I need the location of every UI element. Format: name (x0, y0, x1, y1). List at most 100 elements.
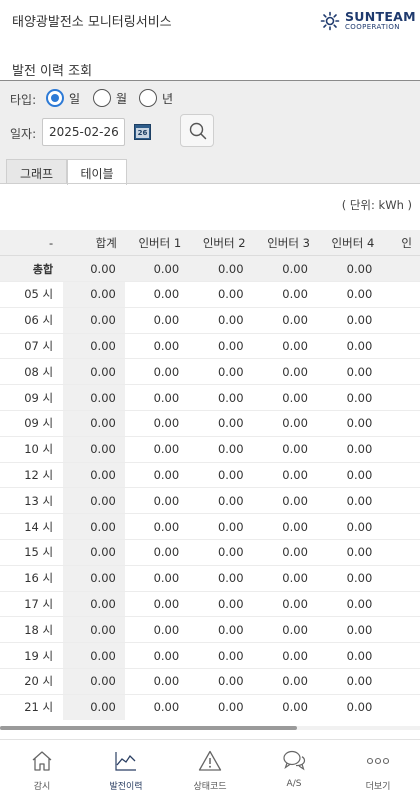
hour-cell: 19 시 (0, 642, 64, 670)
hour-cell: 21 시 (0, 694, 64, 720)
table-row: 07 시 0.00 0.00 0.00 0.00 0.00 (0, 333, 420, 360)
table-row: 06 시 0.00 0.00 0.00 0.00 0.00 (0, 307, 420, 334)
sum-cell: 0.00 (63, 410, 125, 437)
nav-item-as[interactable]: A/S (252, 740, 336, 800)
app-header: 태양광발전소 모니터링서비스 SUNTEAM COOPERATION (0, 0, 420, 40)
generation-table-container[interactable]: - 합계 인버터 1 인버터 2 인버터 3 인버터 4인 총합 0.00 0.00 0.00 0… (0, 230, 420, 720)
inverter-cell (382, 565, 420, 592)
hour-cell: 10 시 (0, 436, 64, 463)
inverter-cell: 0.00 (253, 436, 318, 463)
type-radio-year[interactable]: 년 (139, 88, 173, 108)
table-row: 05 시 0.00 0.00 0.00 0.00 0.00 (0, 281, 420, 308)
table-row: 14 시 0.00 0.00 0.00 0.00 0.00 (0, 513, 420, 541)
column-header-inverter: 인버터 2 (189, 230, 254, 257)
bottom-nav: 감시 발전이력 상태코드 A/S 더보기 (0, 739, 420, 800)
inverter-cell (382, 281, 420, 308)
inverter-cell: 0.00 (189, 539, 254, 566)
table-row: 20 시 0.00 0.00 0.00 0.00 0.00 (0, 668, 420, 695)
sum-cell: 0.00 (63, 565, 125, 592)
inverter-cell: 0.00 (253, 565, 318, 592)
inverter-cell (382, 616, 420, 644)
horizontal-scrollbar-thumb[interactable] (0, 726, 297, 730)
hour-cell: 17 시 (0, 591, 64, 618)
table-total-row: 총합 0.00 0.00 0.00 0.00 0.00 (0, 255, 420, 283)
inverter-cell: 0.00 (189, 565, 254, 592)
column-header-hour: - (0, 230, 64, 257)
inverter-cell: 0.00 (124, 281, 190, 308)
inverter-cell: 0.00 (124, 436, 190, 463)
nav-item-monitor[interactable]: 감시 (0, 740, 84, 800)
page-title: 발전 이력 조회 (12, 64, 93, 79)
nav-item-label: 상태코드 (193, 782, 227, 792)
inverter-cell: 0.00 (253, 539, 318, 566)
inverter-cell: 0.00 (317, 539, 383, 566)
date-input[interactable]: 2025-02-26 (42, 118, 125, 146)
column-header-inverter: 인버터 4 (317, 230, 383, 257)
sum-cell: 0.00 (63, 487, 125, 515)
type-radio-year-label: 년 (162, 91, 174, 106)
hour-cell: 09 시 (0, 410, 64, 437)
inverter-cell: 0.00 (253, 462, 318, 489)
nav-item-label: 더보기 (365, 782, 391, 792)
sunteam-logo-icon (320, 11, 340, 31)
calendar-day: 26 (136, 128, 149, 138)
sum-cell: 0.00 (63, 384, 125, 412)
inverter-cell (382, 333, 420, 360)
tab-table[interactable]: 테이블 (67, 159, 127, 185)
inverter-cell: 0.00 (317, 307, 383, 334)
type-radio-day-label: 일 (69, 91, 81, 106)
type-radio-month[interactable]: 월 (93, 88, 127, 108)
inverter-cell (382, 307, 420, 334)
nav-item-more[interactable]: 더보기 (336, 740, 420, 800)
inverter-cell: 0.00 (124, 358, 190, 386)
inverter-cell: 0.00 (253, 333, 318, 360)
column-header-inverter: 인버터 1 (124, 230, 190, 257)
total-label: 총합 (0, 255, 64, 283)
table-row: 15 시 0.00 0.00 0.00 0.00 0.00 (0, 539, 420, 566)
inverter-cell (382, 410, 420, 437)
inverter-cell: 0.00 (253, 591, 318, 618)
nav-item-history[interactable]: 발전이력 (84, 740, 168, 800)
table-row: 10 시 0.00 0.00 0.00 0.00 0.00 (0, 436, 420, 463)
hour-cell: 16 시 (0, 565, 64, 592)
type-radio-day[interactable]: 일 (46, 88, 80, 108)
inverter-cell: 0.00 (317, 668, 383, 695)
inverter-cell: 0.00 (189, 616, 254, 644)
nav-item-status-code[interactable]: 상태코드 (168, 740, 252, 800)
inverter-cell: 0.00 (317, 281, 383, 308)
inverter-cell: 0.00 (317, 565, 383, 592)
sum-cell: 0.00 (63, 333, 125, 360)
sum-cell: 0.00 (63, 307, 125, 334)
tabs-divider (0, 183, 420, 184)
inverter-cell: 0.00 (317, 513, 383, 541)
inverter-cell (382, 384, 420, 412)
inverter-cell: 0.00 (317, 616, 383, 644)
more-icon (366, 757, 390, 765)
inverter-cell: 0.00 (253, 358, 318, 386)
inverter-cell (382, 642, 420, 670)
inverter-cell: 0.00 (253, 487, 318, 515)
table-row: 17 시 0.00 0.00 0.00 0.00 0.00 (0, 591, 420, 618)
inverter-cell: 0.00 (317, 642, 383, 670)
calendar-icon[interactable]: 26 (134, 124, 151, 140)
sum-cell: 0.00 (63, 513, 125, 541)
inverter-cell: 0.00 (124, 307, 190, 334)
hour-cell: 05 시 (0, 281, 64, 308)
sum-cell: 0.00 (63, 358, 125, 386)
sum-cell: 0.00 (63, 539, 125, 566)
inverter-cell (382, 668, 420, 695)
inverter-cell: 0.00 (124, 255, 190, 283)
table-row: 12 시 0.00 0.00 0.00 0.00 0.00 (0, 462, 420, 489)
table-row: 13 시 0.00 0.00 0.00 0.00 0.00 (0, 487, 420, 515)
sum-cell: 0.00 (63, 616, 125, 644)
inverter-cell: 0.00 (189, 358, 254, 386)
unit-label: ( 단위: kWh ) (341, 198, 412, 212)
inverter-cell: 0.00 (124, 333, 190, 360)
inverter-cell: 0.00 (189, 333, 254, 360)
hour-cell: 08 시 (0, 358, 64, 386)
sum-cell: 0.00 (63, 281, 125, 308)
tab-graph[interactable]: 그래프 (6, 159, 67, 184)
inverter-cell: 0.00 (253, 307, 318, 334)
search-button[interactable] (180, 114, 214, 147)
radio-unchecked-icon (139, 89, 157, 107)
